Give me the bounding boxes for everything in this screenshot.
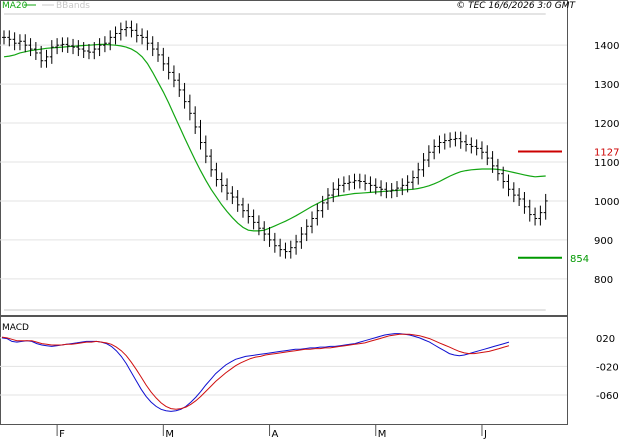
month-label: M	[378, 429, 387, 440]
price-tick-label: 900	[594, 236, 613, 247]
price-tick-label: 1200	[594, 119, 619, 130]
month-label: A	[272, 429, 279, 440]
time-axis: FMAMJ	[56, 424, 487, 440]
price-tick-label: 800	[594, 275, 613, 286]
month-label: J	[483, 429, 487, 440]
support-label: 854	[570, 254, 589, 265]
month-label: F	[59, 429, 65, 440]
chart-stage: MA20 BBands © TEC 16/6/2026 3:0 GMT MACD…	[0, 0, 627, 440]
bbands-legend-label: BBands	[56, 1, 90, 11]
price-tick-label: 1100	[594, 158, 619, 169]
stock-chart: MA20 BBands © TEC 16/6/2026 3:0 GMT MACD…	[0, 0, 619, 440]
macd-axis: 020 -020 -060	[596, 334, 619, 402]
macd-tick-label: -020	[596, 362, 619, 373]
price-tick-label: 1300	[594, 80, 619, 91]
price-axis: 800 900 1000 1100 1200 1300 1400	[594, 41, 619, 286]
price-tick-label: 1400	[594, 41, 619, 52]
month-label: M	[165, 429, 174, 440]
macd-tick-label: -060	[596, 391, 619, 402]
plot-frame	[0, 0, 568, 425]
resistance-label: 1127	[594, 147, 619, 158]
price-tick-label: 1000	[594, 197, 619, 208]
copyright-text: © TEC 16/6/2026 3:0 GMT	[456, 1, 576, 11]
ma-legend-label: MA20	[2, 1, 28, 11]
macd-title: MACD	[2, 323, 29, 333]
macd-tick-label: 020	[596, 334, 615, 345]
